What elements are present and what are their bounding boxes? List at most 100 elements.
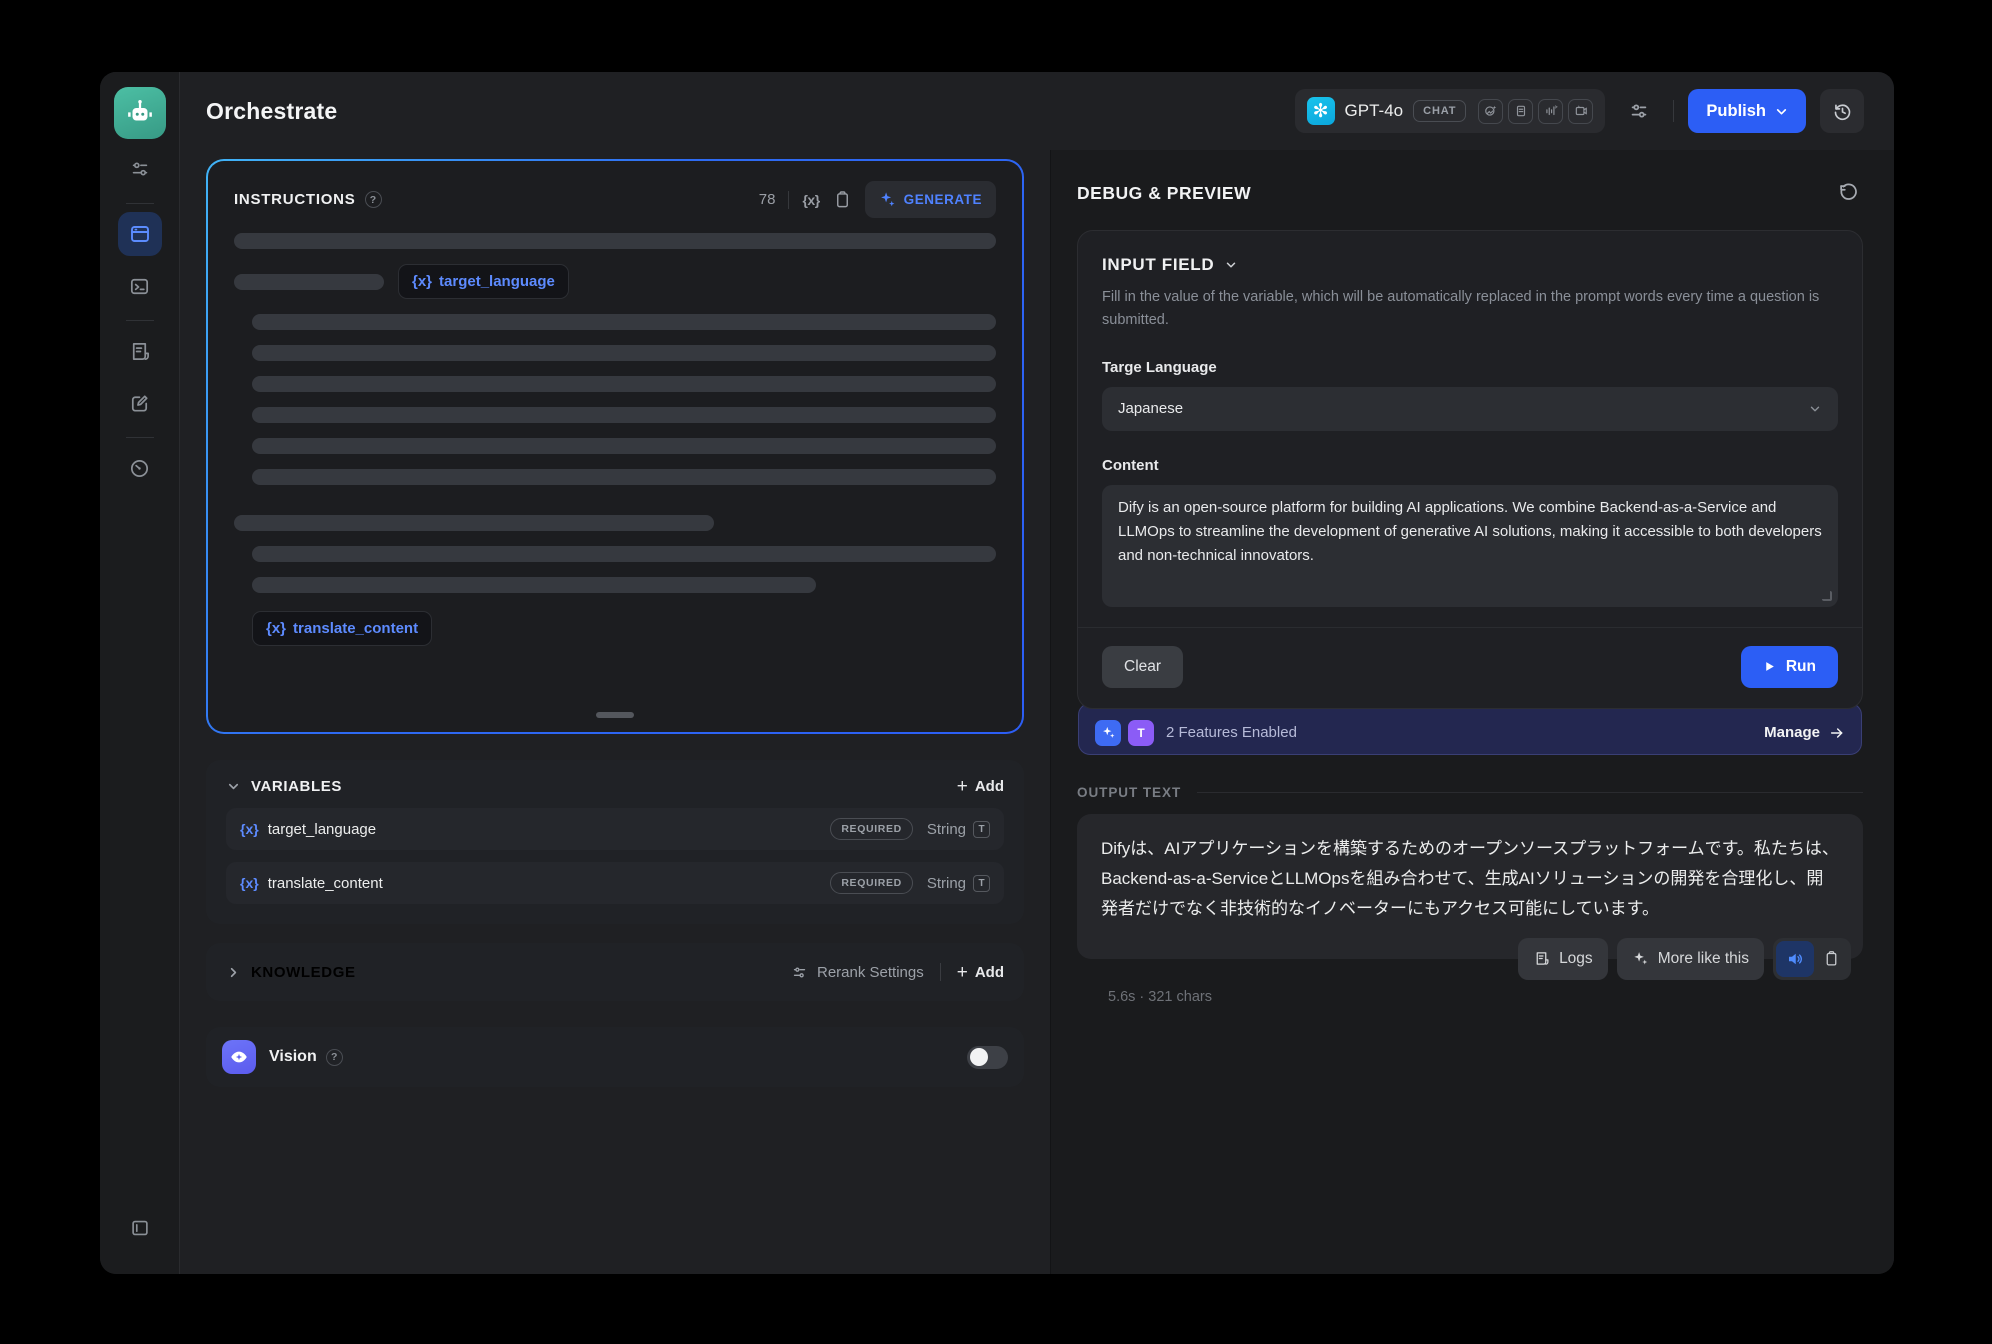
model-selector[interactable]: ✻ GPT-4o CHAT	[1295, 89, 1606, 133]
chevron-down-icon	[1775, 105, 1788, 118]
model-parameters-icon[interactable]	[1619, 91, 1659, 131]
rail-divider	[126, 203, 154, 204]
variable-row[interactable]: {x} target_language REQUIRED StringT	[226, 808, 1004, 850]
header-divider	[1673, 100, 1674, 122]
publish-button[interactable]: Publish	[1688, 89, 1806, 133]
model-capability-icons	[1478, 99, 1593, 124]
desktop-background: Orchestrate ✻ GPT-4o CHAT	[0, 0, 1992, 1344]
app-avatar-robot-icon[interactable]	[114, 87, 166, 139]
feature-icons: T	[1095, 720, 1154, 746]
rail-monitoring-icon[interactable]	[118, 446, 162, 490]
knowledge-title: KNOWLEDGE	[251, 964, 356, 981]
debug-preview-panel: DEBUG & PREVIEW INPUT FIELD Fill in the …	[1050, 150, 1894, 1274]
content-area: INSTRUCTIONS ? 78 {x}	[180, 150, 1894, 1274]
instructions-char-count: 78	[759, 191, 776, 208]
arrow-right-icon	[1829, 725, 1845, 741]
debug-preview-title: DEBUG & PREVIEW	[1077, 183, 1251, 204]
string-type-icon: T	[973, 875, 990, 892]
add-variable-button[interactable]: +Add	[957, 777, 1004, 796]
app-header: Orchestrate ✻ GPT-4o CHAT	[180, 72, 1894, 150]
page-title: Orchestrate	[206, 98, 337, 125]
instructions-panel: INSTRUCTIONS ? 78 {x}	[206, 159, 1024, 734]
rerank-settings-button[interactable]: Rerank Settings	[791, 964, 924, 981]
vision-section: Vision ?	[206, 1027, 1024, 1087]
knowledge-section: KNOWLEDGE Rerank Settings +Add	[206, 943, 1024, 1001]
skeleton-line	[252, 407, 996, 423]
variable-chip-target-language[interactable]: {x}target_language	[398, 264, 569, 299]
configuration-column: INSTRUCTIONS ? 78 {x}	[180, 150, 1050, 1274]
sparkle-icon	[879, 191, 896, 208]
rail-orchestrate-settings-icon[interactable]	[118, 147, 162, 191]
clipboard-icon	[1823, 950, 1840, 967]
input-field-header[interactable]: INPUT FIELD	[1102, 255, 1838, 275]
required-badge: REQUIRED	[830, 872, 912, 894]
string-type-icon: T	[973, 821, 990, 838]
output-meta: 5.6s · 321 chars	[1108, 989, 1863, 1005]
generate-button[interactable]: GENERATE	[865, 181, 996, 218]
more-like-this-feature-icon	[1095, 720, 1121, 746]
more-like-this-button[interactable]: More like this	[1617, 938, 1764, 980]
target-language-value: Japanese	[1118, 400, 1183, 417]
vision-capability-icon	[1478, 99, 1503, 124]
manage-features-button[interactable]: Manage	[1764, 724, 1845, 741]
content-label: Content	[1102, 457, 1838, 474]
prompt-skeleton: {x}target_language	[234, 218, 996, 646]
output-text-title: OUTPUT TEXT	[1077, 785, 1181, 800]
textarea-resize-handle[interactable]	[1822, 591, 1832, 601]
insert-variable-icon[interactable]: {x}	[802, 192, 819, 208]
rail-terminal-icon[interactable]	[118, 264, 162, 308]
content-textarea[interactable]: Dify is an open-source platform for buil…	[1102, 485, 1838, 607]
vision-help-icon[interactable]: ?	[326, 1049, 343, 1066]
variable-chip-translate-content[interactable]: {x}translate_content	[252, 611, 432, 646]
main-area: Orchestrate ✻ GPT-4o CHAT	[180, 72, 1894, 1274]
skeleton-line	[252, 546, 996, 562]
copy-output-button[interactable]	[1814, 941, 1848, 977]
speaker-icon	[1786, 950, 1804, 968]
chevron-right-icon[interactable]	[226, 965, 241, 980]
required-badge: REQUIRED	[830, 818, 912, 840]
video-capability-icon	[1568, 99, 1593, 124]
skeleton-line	[252, 345, 996, 361]
chevron-down-icon[interactable]	[226, 779, 241, 794]
input-field-card: INPUT FIELD Fill in the value of the var…	[1077, 230, 1863, 709]
copy-prompt-icon[interactable]	[833, 190, 852, 209]
logs-button[interactable]: Logs	[1518, 938, 1608, 980]
play-icon	[1763, 660, 1776, 673]
app-window: Orchestrate ✻ GPT-4o CHAT	[100, 72, 1894, 1274]
skeleton-line	[252, 438, 996, 454]
text-to-speech-feature-icon: T	[1128, 720, 1154, 746]
section-divider	[940, 963, 941, 981]
output-section: Difyは、AIアプリケーションを構築するためのオープンソースプラットフォームで…	[1077, 814, 1863, 959]
rail-annotation-icon[interactable]	[118, 381, 162, 425]
skeleton-line	[234, 274, 384, 290]
model-mode-badge: CHAT	[1413, 100, 1466, 122]
skeleton-line	[252, 314, 996, 330]
variable-token-icon: {x}	[240, 875, 259, 891]
clear-button[interactable]: Clear	[1102, 646, 1183, 688]
rail-logs-icon[interactable]	[118, 329, 162, 373]
collapse-sidebar-icon[interactable]	[118, 1206, 162, 1250]
skeleton-line	[234, 515, 714, 531]
rail-orchestrate-tab-icon[interactable]	[118, 212, 162, 256]
document-capability-icon	[1508, 99, 1533, 124]
sparkle-icon	[1632, 950, 1649, 967]
variables-title: VARIABLES	[251, 778, 342, 795]
card-divider	[1078, 627, 1862, 628]
restart-debug-icon[interactable]	[1833, 178, 1863, 208]
version-history-button[interactable]	[1820, 89, 1864, 133]
target-language-select[interactable]: Japanese	[1102, 387, 1838, 431]
features-enabled-label: 2 Features Enabled	[1166, 724, 1297, 741]
features-enabled-bar[interactable]: T 2 Features Enabled Manage	[1078, 703, 1862, 755]
instructions-help-icon[interactable]: ?	[365, 191, 382, 208]
instructions-title: INSTRUCTIONS	[234, 191, 356, 208]
skeleton-line	[252, 469, 996, 485]
variable-token-icon: {x}	[240, 821, 259, 837]
vision-toggle[interactable]	[967, 1046, 1008, 1069]
add-knowledge-button[interactable]: +Add	[957, 963, 1004, 982]
skeleton-line	[252, 577, 816, 593]
panel-resize-handle[interactable]	[596, 712, 634, 718]
toolbar-divider	[788, 191, 789, 209]
variable-row[interactable]: {x} translate_content REQUIRED StringT	[226, 862, 1004, 904]
play-audio-button[interactable]	[1776, 941, 1814, 977]
run-button[interactable]: Run	[1741, 646, 1838, 688]
